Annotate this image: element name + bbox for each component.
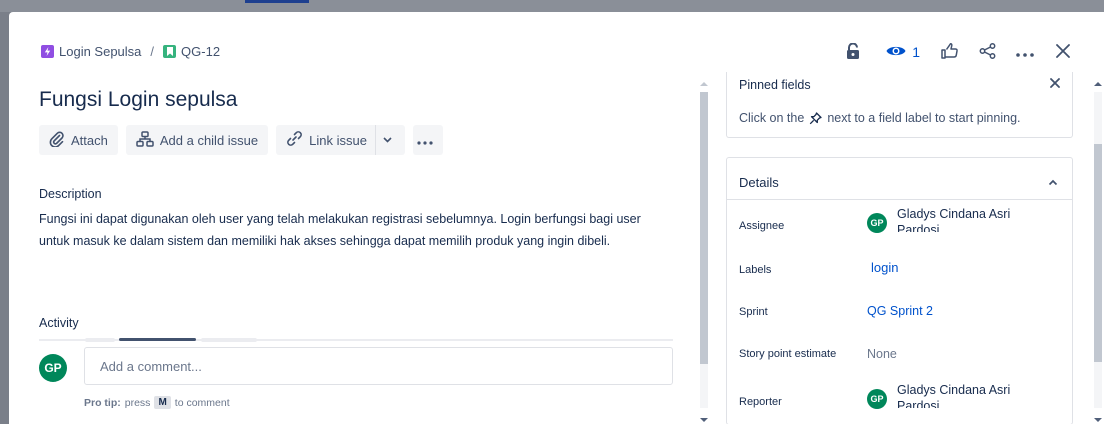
story-point-label: Story point estimate [739, 348, 837, 360]
shortcut-key: M [154, 396, 171, 409]
add-child-issue-label: Add a child issue [159, 132, 259, 148]
chevron-down-icon [383, 137, 392, 143]
activity-tab[interactable] [201, 338, 257, 342]
breadcrumb-separator: / [150, 44, 155, 59]
pinned-hint-before: Click on the [739, 111, 805, 125]
chevron-up-icon[interactable] [1048, 173, 1058, 191]
assignee-name: Gladys Cindana Asri Pardosi [897, 207, 1011, 232]
reporter-label: Reporter [739, 396, 782, 408]
lock-icon [846, 42, 860, 62]
breadcrumb-parent-link[interactable]: Login Sepulsa [59, 44, 141, 59]
sprint-value[interactable]: QG Sprint 2 [867, 304, 933, 318]
link-issue-label: Link issue [309, 132, 367, 148]
sidebar-scrollbar[interactable] [1092, 78, 1104, 424]
avatar: GP [867, 389, 887, 409]
background-strip [0, 0, 1104, 12]
scroll-down-arrow[interactable] [700, 418, 708, 422]
avatar: GP [867, 213, 887, 233]
scroll-down-arrow[interactable] [1094, 418, 1102, 422]
details-panel: Details Assignee GP Gladys Cindana Asri … [726, 157, 1073, 424]
attach-label: Attach [71, 132, 108, 148]
scrollbar-thumb[interactable] [1094, 144, 1102, 362]
pin-icon [809, 111, 822, 125]
scrollbar-thumb[interactable] [700, 92, 708, 364]
more-actions-button[interactable] [1010, 39, 1040, 65]
issue-modal: Login Sepulsa / QG-12 1 Fungsi Login sep… [9, 12, 1104, 424]
scroll-up-arrow[interactable] [1094, 82, 1102, 86]
avatar: GP [39, 354, 67, 382]
details-header[interactable]: Details [727, 158, 1072, 200]
issue-toolbar: Attach Add a child issue Link issue [39, 125, 443, 155]
activity-tab[interactable] [85, 338, 115, 342]
header-actions: 1 [830, 39, 1078, 65]
labels-value[interactable]: login [871, 260, 898, 275]
more-icon [1016, 45, 1034, 60]
labels-label: Labels [739, 264, 772, 276]
child-issue-icon [136, 130, 160, 150]
reporter-value[interactable]: GP Gladys Cindana Asri Pardosi [867, 382, 1047, 409]
vote-button[interactable] [934, 39, 964, 65]
pinned-hint-after: next to a field label to start pinning. [827, 111, 1021, 125]
story-icon [163, 45, 177, 58]
activity-tab-selected[interactable] [119, 338, 196, 341]
restrictions-button[interactable] [838, 39, 868, 65]
link-issue-button[interactable]: Link issue [276, 125, 405, 155]
main-scrollbar[interactable] [698, 78, 710, 424]
share-button[interactable] [972, 39, 1002, 65]
close-icon [1056, 43, 1070, 61]
story-point-value[interactable]: None [867, 347, 897, 361]
details-title: Details [739, 175, 779, 190]
sprint-label: Sprint [739, 306, 768, 318]
close-icon [1050, 78, 1060, 88]
pro-tip: Pro tip: press M to comment [84, 396, 230, 409]
link-issue-dropdown[interactable] [374, 125, 405, 155]
comment-input[interactable]: Add a comment... [84, 347, 673, 385]
toolbar-more-button[interactable] [412, 125, 443, 155]
paperclip-icon [49, 131, 71, 150]
assignee-label: Assignee [739, 220, 785, 232]
epic-icon [41, 45, 54, 58]
pro-tip-end: to comment [174, 396, 230, 409]
watch-button[interactable]: 1 [886, 39, 920, 65]
close-modal-button[interactable] [1048, 39, 1078, 65]
assignee-value[interactable]: GP Gladys Cindana Asri Pardosi [867, 206, 1047, 233]
thumbs-up-icon [940, 42, 958, 62]
attach-button[interactable]: Attach [39, 125, 118, 155]
add-child-issue-button[interactable]: Add a child issue [125, 125, 269, 155]
eye-icon [886, 44, 906, 61]
issue-title[interactable]: Fungsi Login sepulsa [39, 88, 237, 112]
pinned-fields-title: Pinned fields [739, 78, 811, 92]
pinned-fields-close-button[interactable] [1050, 75, 1060, 92]
pinned-fields-hint: Click on the next to a field label to st… [739, 111, 1021, 125]
more-icon [417, 133, 439, 148]
breadcrumb: Login Sepulsa / QG-12 [41, 44, 220, 59]
share-icon [979, 42, 996, 62]
background-tab-highlight [245, 0, 309, 3]
pro-tip-label: Pro tip: [84, 396, 121, 409]
pinned-fields-panel: Pinned fields Click on the next to a fie… [726, 72, 1073, 138]
link-icon [286, 130, 309, 150]
scroll-up-arrow[interactable] [700, 82, 708, 86]
pro-tip-press: press [124, 396, 151, 409]
description-text[interactable]: Fungsi ini dapat digunakan oleh user yan… [39, 208, 659, 252]
watch-count: 1 [912, 44, 920, 60]
activity-heading: Activity [39, 316, 79, 330]
breadcrumb-issue-key-link[interactable]: QG-12 [181, 44, 220, 59]
reporter-name: Gladys Cindana Asri Pardosi [897, 383, 1011, 408]
description-heading: Description [39, 187, 102, 201]
